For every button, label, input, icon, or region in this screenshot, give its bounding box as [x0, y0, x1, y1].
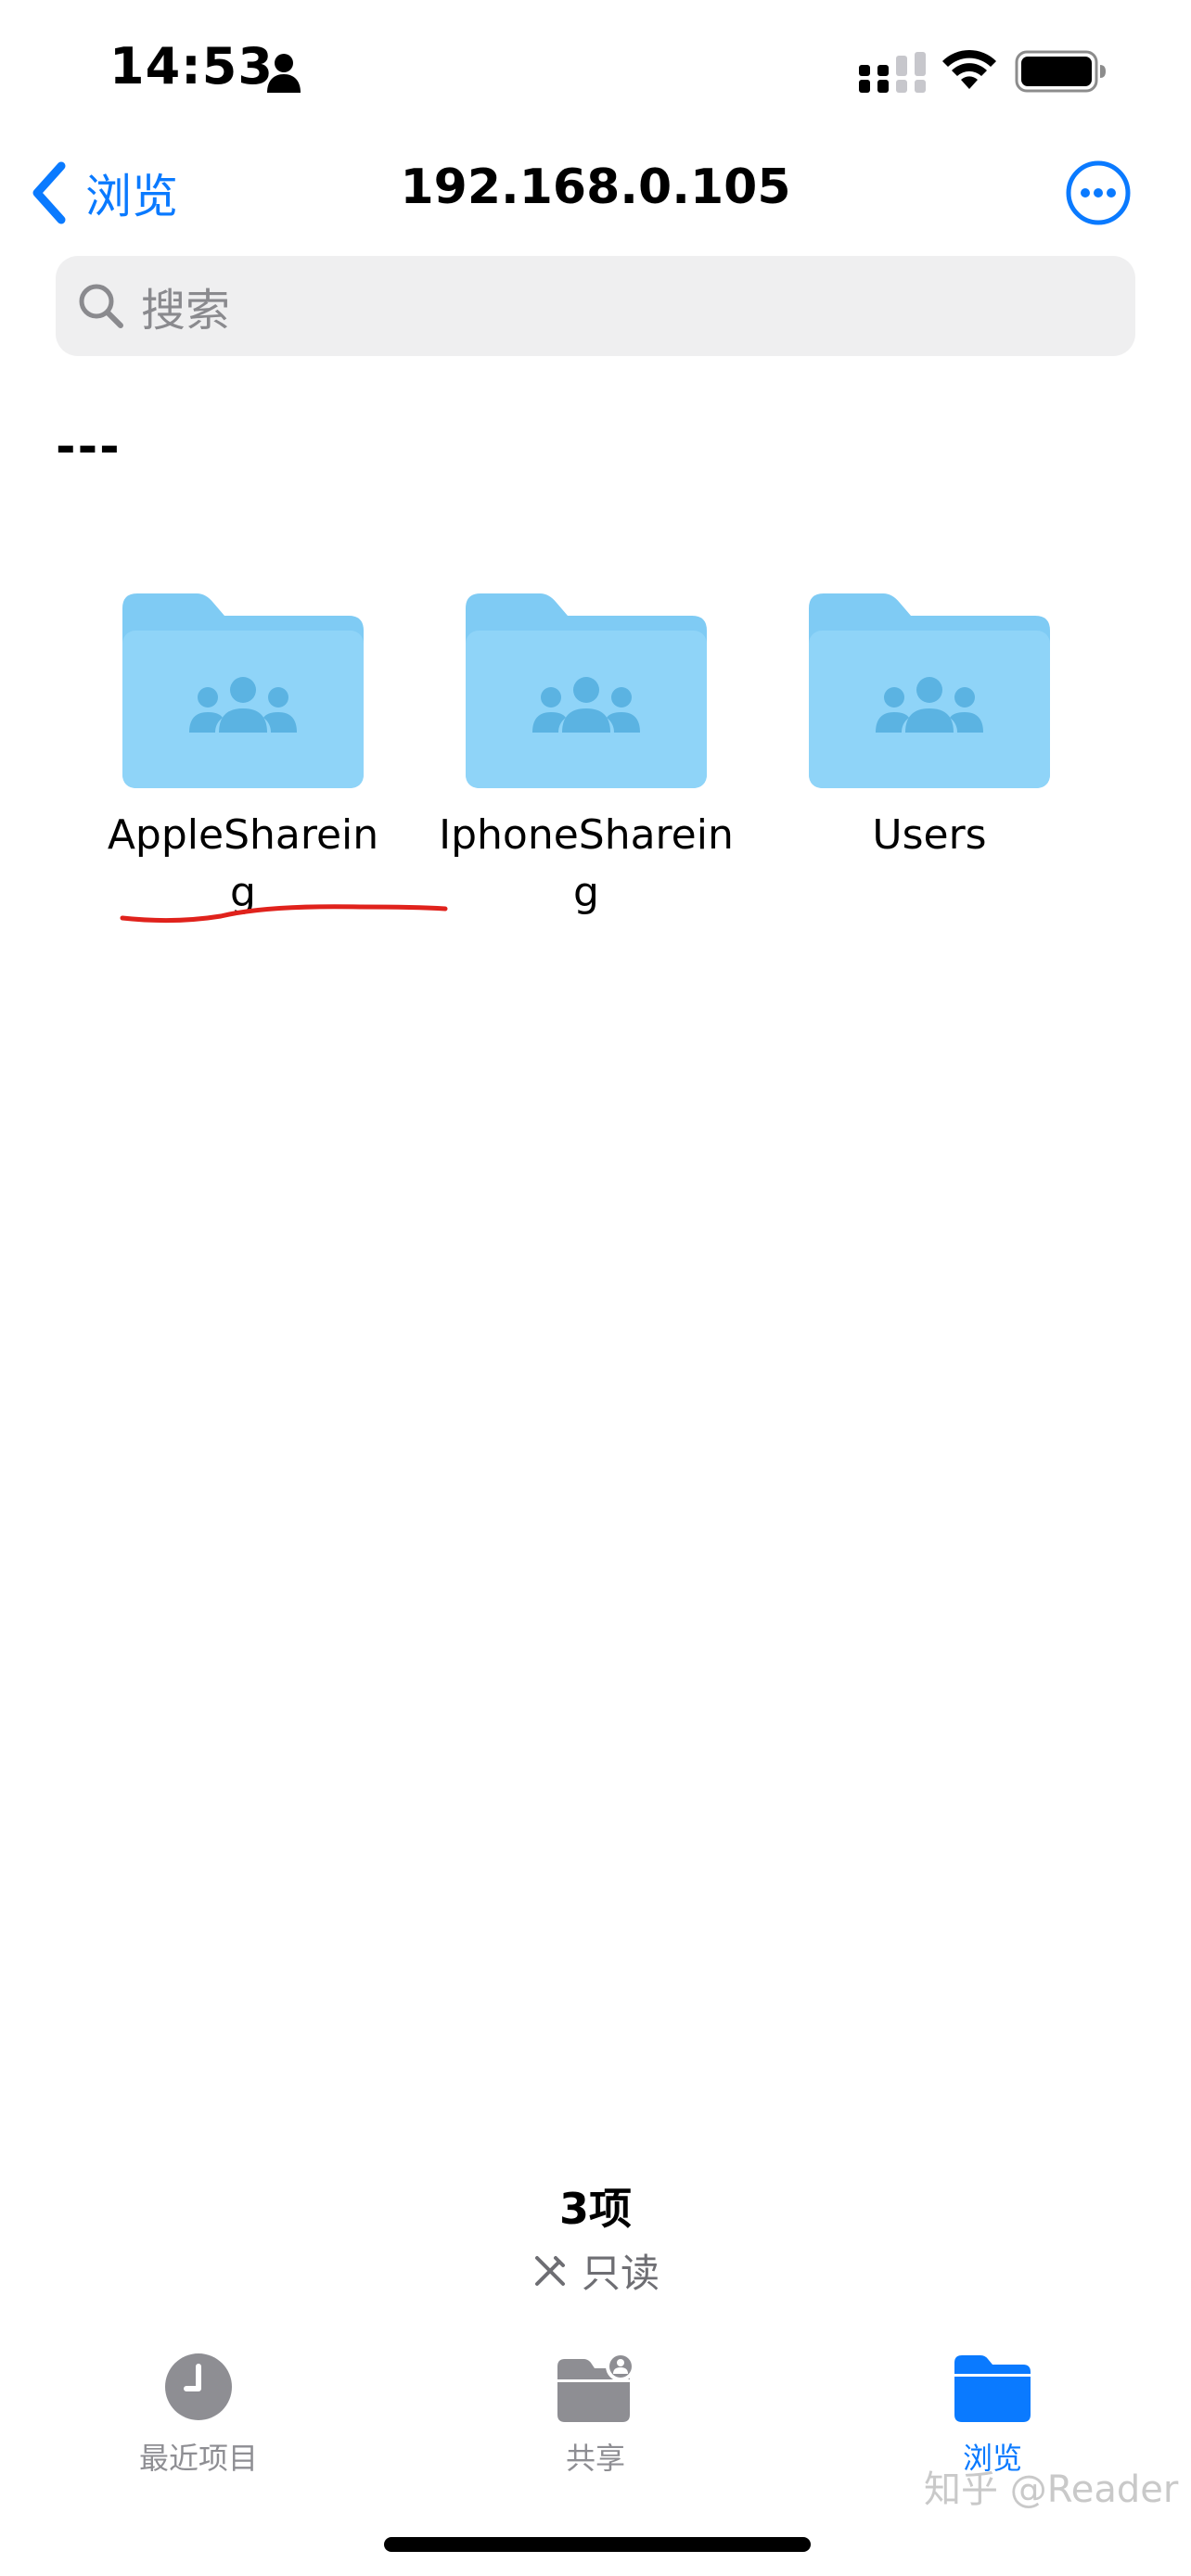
folder-icon — [954, 2355, 1031, 2422]
more-options-button[interactable] — [1065, 159, 1132, 226]
folder-label: IphoneShareing — [439, 811, 734, 916]
shared-folder-icon — [809, 593, 1050, 788]
tab-label: 最近项目 — [138, 2441, 258, 2476]
home-indicator[interactable] — [384, 2537, 811, 2552]
watermark: 知乎 @Reader — [924, 2468, 1179, 2511]
tab-label: 共享 — [565, 2441, 625, 2476]
access-status: 只读 — [0, 2242, 1191, 2299]
folder-appleshareing[interactable]: AppleShareing — [95, 593, 391, 922]
signal-icon — [859, 52, 926, 93]
folder-iphoneshareing[interactable]: IphoneShareing — [438, 593, 735, 922]
search-icon — [79, 284, 123, 328]
access-label: 只读 — [581, 2251, 660, 2296]
item-count: 3项 — [558, 2184, 632, 2234]
no-edit-icon — [534, 2255, 565, 2286]
shared-folder-icon — [557, 2352, 635, 2422]
person-icon — [267, 54, 301, 93]
clock-icon — [165, 2353, 232, 2420]
annotation-underline — [120, 904, 448, 924]
page-title: 192.168.0.105 — [400, 159, 791, 215]
battery-icon — [1015, 50, 1106, 93]
shared-folder-icon — [466, 593, 707, 788]
folder-label: Users — [872, 811, 987, 859]
folder-users[interactable]: Users — [781, 593, 1078, 864]
search-placeholder: 搜索 — [141, 285, 231, 337]
tab-recents[interactable]: 最近项目 — [87, 2352, 310, 2478]
tab-shared[interactable]: 共享 — [484, 2352, 707, 2478]
search-input[interactable]: 搜索 — [56, 256, 1135, 356]
section-label: --- — [56, 419, 122, 475]
wifi-icon — [942, 49, 996, 89]
status-time: 14:53 — [109, 37, 274, 96]
shared-folder-icon — [122, 593, 364, 788]
